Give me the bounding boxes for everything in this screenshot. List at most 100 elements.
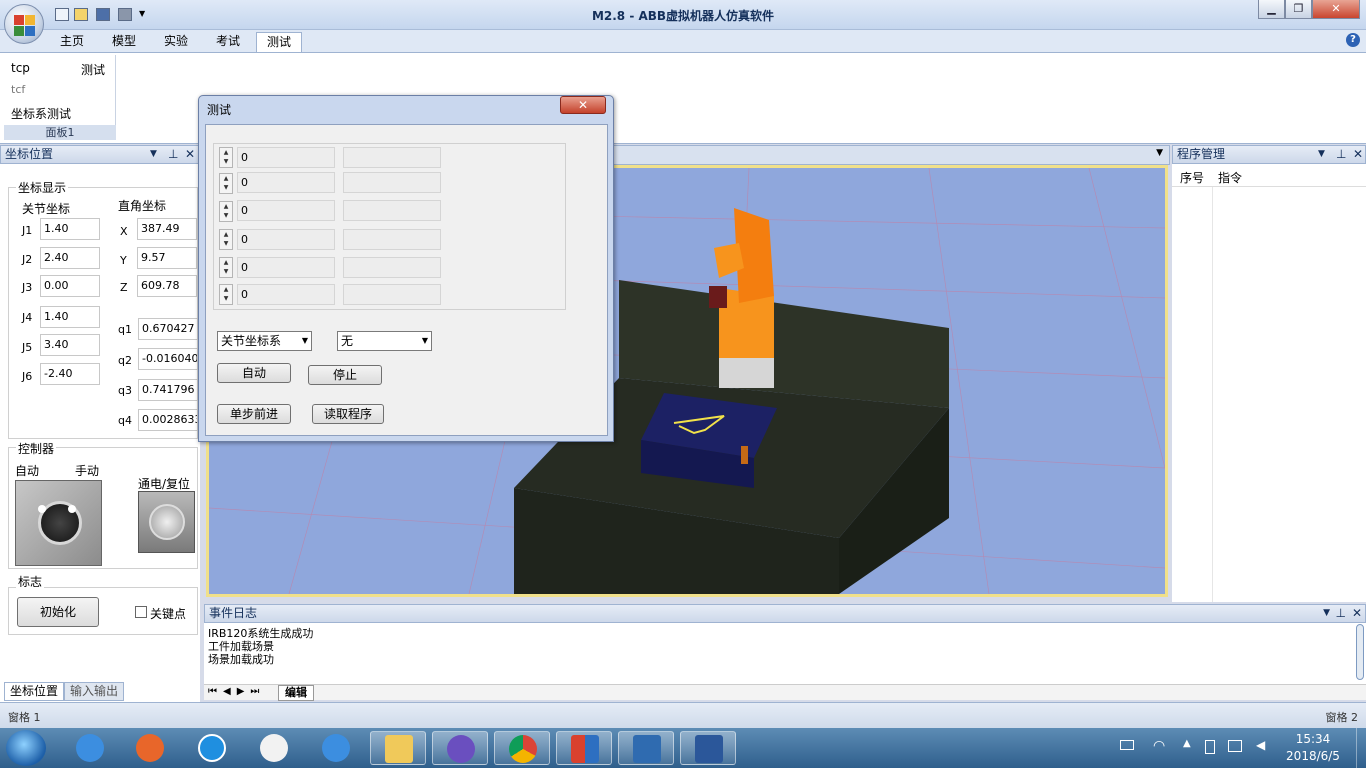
taskbar-word[interactable] [680, 731, 736, 765]
folder-icon [385, 735, 413, 763]
joint-coord-header: 关节坐标 [22, 202, 71, 216]
j5-input[interactable]: 0 [237, 257, 335, 278]
pin-icon[interactable]: ⊥ [1336, 146, 1346, 163]
dropdown-icon[interactable]: ▼ [1323, 605, 1330, 622]
q3-label: q3 [118, 384, 132, 397]
close-button[interactable]: ✕ [1312, 0, 1360, 19]
j2-readout [343, 172, 441, 193]
col-command: 指令 [1218, 171, 1243, 185]
close-icon[interactable]: ✕ [1353, 146, 1363, 163]
clock-time[interactable]: 15:34 [1288, 732, 1338, 746]
auto-button[interactable]: 自动 [217, 363, 291, 383]
j4-input[interactable]: 0 [237, 229, 335, 250]
stop-button[interactable]: 停止 [308, 365, 382, 385]
tool-select[interactable]: 无 ▼ [337, 331, 432, 351]
chevron-down-icon: ▼ [301, 336, 308, 345]
application-menu-button[interactable] [4, 4, 44, 44]
taskbar-chrome[interactable] [494, 731, 550, 765]
taskbar-explorer[interactable] [370, 731, 426, 765]
dropdown-icon[interactable]: ▼ [150, 146, 157, 163]
monitor-icon [633, 735, 661, 763]
event-log-header: 事件日志 ▼ ⊥ ✕ [204, 604, 1366, 623]
taskbar-remote[interactable] [618, 731, 674, 765]
minimize-button[interactable]: ▁ [1258, 0, 1285, 19]
taskbar-vs[interactable] [432, 731, 488, 765]
tray-expand-icon[interactable]: ▲ [1183, 738, 1191, 749]
firefox-icon [136, 734, 164, 762]
log-scrollbar[interactable] [1356, 624, 1364, 680]
tab-edit[interactable]: 编辑 [278, 685, 314, 701]
wifi-icon[interactable]: ◠ [1153, 738, 1165, 754]
j5-label: J5 [22, 341, 33, 354]
clock-date[interactable]: 2018/6/5 [1280, 749, 1346, 763]
pin-icon[interactable]: ⊥ [168, 146, 178, 163]
flag-label: 标志 [16, 573, 45, 590]
volume-icon[interactable]: ◀ [1256, 738, 1265, 752]
j1-value: 1.40 [40, 218, 100, 240]
viewport-dropdown-icon[interactable]: ▼ [1156, 148, 1163, 158]
y-label: Y [120, 254, 127, 267]
dialog-close-button[interactable]: ✕ [560, 96, 606, 114]
q3-value: 0.741796 [138, 379, 198, 401]
sheet-nav-bar: ⏮◀▶⏭ 编辑 [204, 684, 1366, 701]
taskbar-firefox[interactable] [122, 731, 178, 765]
x-label: X [120, 225, 128, 238]
j6-input[interactable]: 0 [237, 284, 335, 305]
mode-key-switch[interactable] [15, 480, 102, 566]
manual-mode-label: 手动 [75, 464, 100, 478]
tab-test[interactable]: 测试 [256, 32, 303, 52]
taskbar-k-app[interactable] [184, 731, 240, 765]
test-button[interactable]: 测试 [81, 61, 105, 78]
maximize-button[interactable]: ❐ [1285, 0, 1312, 19]
event-log-panel: 事件日志 ▼ ⊥ ✕ IRB120系统生成成功 工件加载场景 场景加载成功 ⏮◀… [204, 604, 1366, 701]
spin-j3[interactable]: ▲ ▼ [219, 201, 233, 222]
tcp-button[interactable]: tcp [11, 61, 30, 75]
spin-j1[interactable]: ▲ ▼ [219, 147, 233, 168]
j1-readout [343, 147, 441, 168]
tab-io[interactable]: 输入输出 [64, 682, 124, 701]
j2-label: J2 [22, 253, 33, 266]
pin-icon[interactable]: ⊥ [1336, 605, 1346, 622]
tab-home[interactable]: 主页 [50, 32, 94, 52]
taskbar-mc-sim[interactable] [556, 731, 612, 765]
keyboard-icon[interactable] [1120, 740, 1134, 750]
j4-value: 1.40 [40, 306, 100, 328]
step-forward-button[interactable]: 单步前进 [217, 404, 291, 424]
log-line: 工件加载场景 [208, 640, 274, 653]
close-icon[interactable]: ✕ [185, 146, 195, 163]
spin-j4[interactable]: ▲ ▼ [219, 229, 233, 250]
left-panel-header: 坐标位置 ▼ ⊥ ✕ [0, 145, 200, 164]
coord-system-select[interactable]: 关节坐标系 ▼ [217, 331, 312, 351]
help-icon[interactable]: ? [1346, 33, 1360, 47]
robot-tool [709, 286, 727, 308]
spin-j2[interactable]: ▲ ▼ [219, 173, 233, 194]
start-button[interactable] [6, 730, 46, 766]
j1-input[interactable]: 0 [237, 147, 335, 168]
taskbar-ie2[interactable] [308, 731, 364, 765]
j2-input[interactable]: 0 [237, 172, 335, 193]
q2-value: -0.0160402 [138, 348, 198, 370]
j1-label: J1 [22, 224, 33, 237]
coord-test-button[interactable]: 坐标系测试 [11, 105, 71, 122]
close-icon[interactable]: ✕ [1352, 605, 1362, 622]
tcf-button[interactable]: tcf [11, 83, 25, 96]
spin-j5[interactable]: ▲ ▼ [219, 257, 233, 278]
tab-model[interactable]: 模型 [102, 32, 146, 52]
tab-exam[interactable]: 考试 [206, 32, 250, 52]
taskbar-ie[interactable] [62, 731, 118, 765]
tab-experiment[interactable]: 实验 [154, 32, 198, 52]
read-program-button[interactable]: 读取程序 [312, 404, 384, 424]
j3-input[interactable]: 0 [237, 200, 335, 221]
manual-indicator [68, 505, 76, 513]
network-icon[interactable] [1228, 740, 1242, 752]
sheet-nav-arrows-icon[interactable]: ⏮◀▶⏭ [208, 686, 265, 697]
tab-coord-position[interactable]: 坐标位置 [4, 682, 64, 701]
battery-icon[interactable] [1205, 740, 1215, 754]
dropdown-icon[interactable]: ▼ [1318, 146, 1325, 163]
show-desktop-button[interactable] [1356, 728, 1366, 768]
power-reset-button[interactable] [138, 491, 195, 553]
taskbar-baidu[interactable] [246, 731, 302, 765]
init-button[interactable]: 初始化 [17, 597, 99, 627]
key-point-checkbox[interactable] [135, 606, 147, 618]
spin-j6[interactable]: ▲ ▼ [219, 284, 233, 305]
